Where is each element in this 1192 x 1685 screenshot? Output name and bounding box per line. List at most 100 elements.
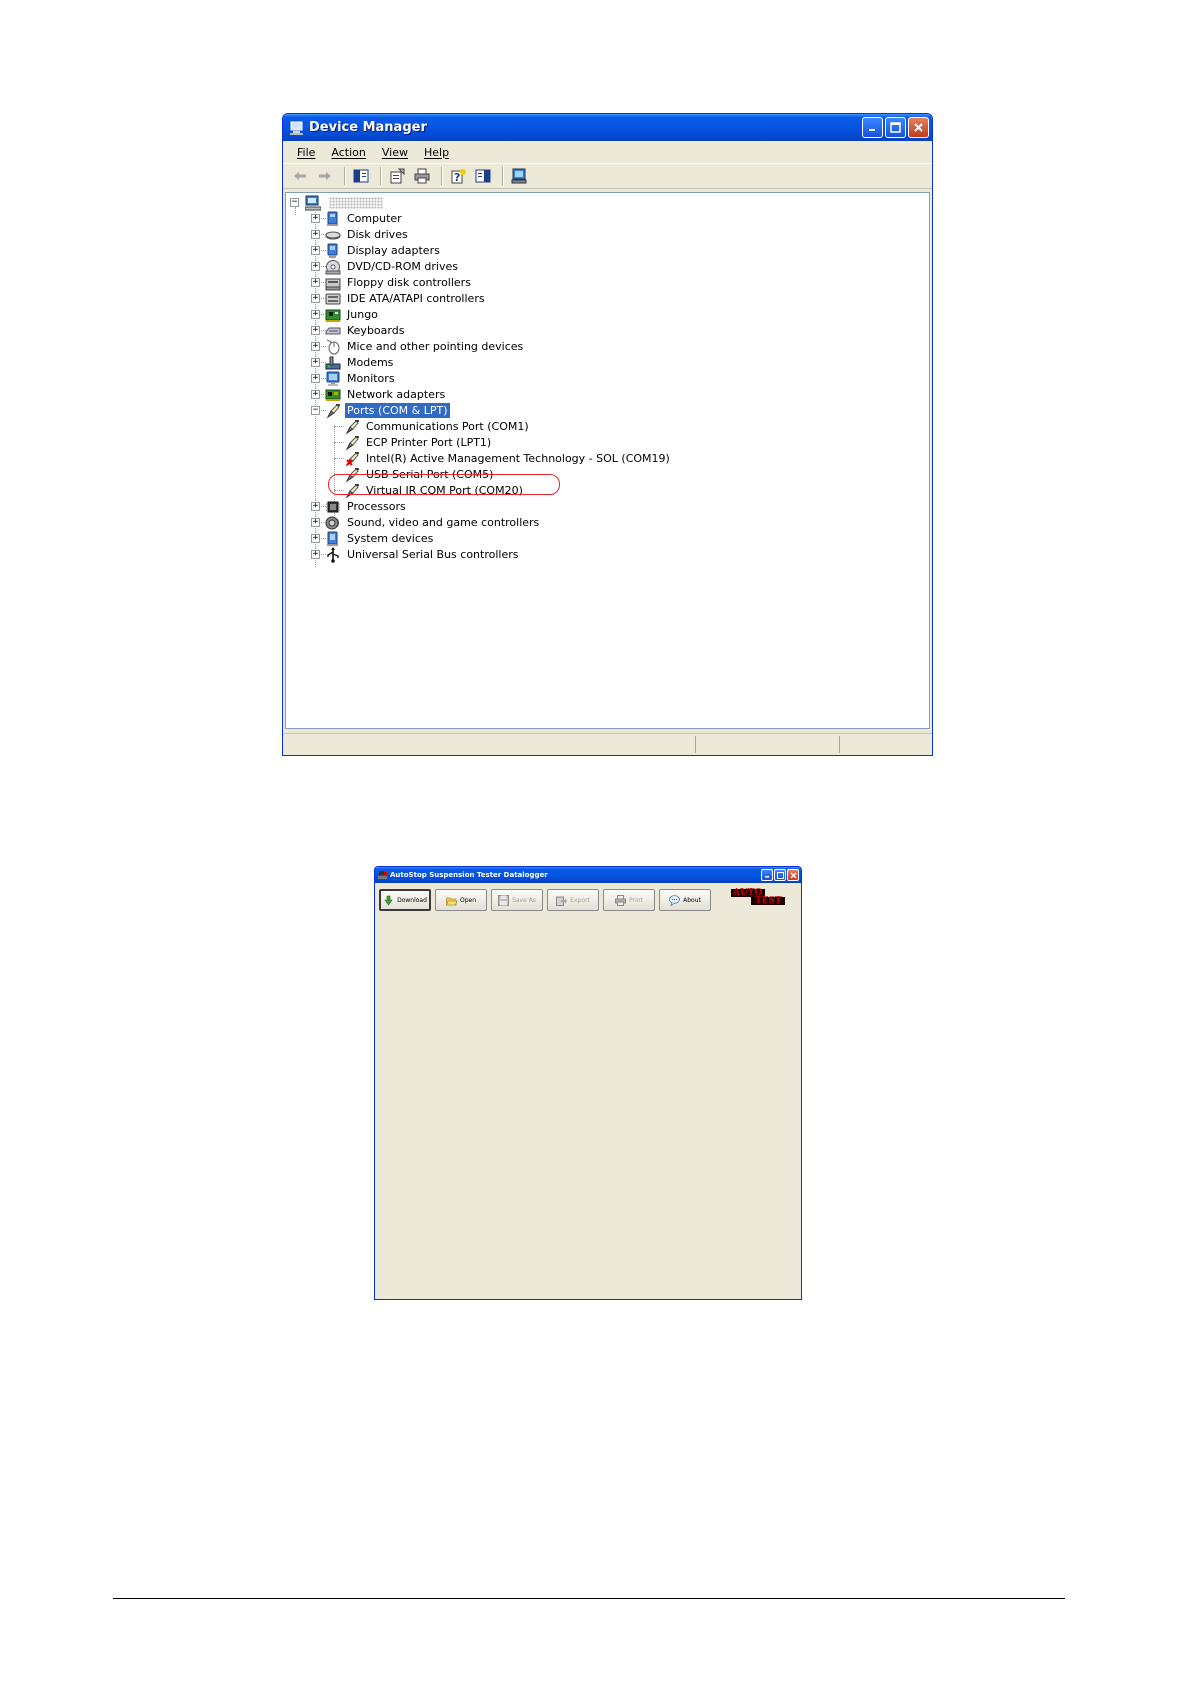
menu-action[interactable]: Action	[323, 146, 373, 159]
minimize-button[interactable]	[761, 869, 773, 881]
tree-item-computer[interactable]: + Computer	[305, 210, 404, 227]
tree-child-ecp-printer-port-lpt1[interactable]: ECP Printer Port (LPT1)	[334, 434, 493, 451]
back-arrow-icon[interactable]	[289, 165, 311, 187]
expand-toggle[interactable]: +	[311, 246, 320, 255]
device-tree[interactable]: − + Computer + Disk drives + Display adapters…	[285, 192, 930, 729]
tree-item-label: Network adapters	[347, 388, 446, 401]
save-as-button[interactable]: Save As	[491, 889, 543, 911]
about-button[interactable]: About	[659, 889, 711, 911]
tree-item-monitors[interactable]: + Monitors	[305, 370, 397, 387]
tree-guide	[321, 346, 326, 347]
mouse-icon	[325, 339, 341, 355]
tree-item-display-adapters[interactable]: + Display adapters	[305, 242, 442, 259]
tree-item-mice-and-other-pointing-devices[interactable]: + Mice and other pointing devices	[305, 338, 525, 355]
tree-guide	[321, 378, 326, 379]
menu-view[interactable]: View	[374, 146, 416, 159]
maximize-button[interactable]	[885, 117, 906, 138]
minimize-button[interactable]	[862, 117, 883, 138]
tree-guide	[295, 207, 296, 215]
tree-item-label: Processors	[347, 500, 406, 513]
tree-item-floppy-disk-controllers[interactable]: + Floppy disk controllers	[305, 274, 473, 291]
tree-item-jungo[interactable]: + Jungo	[305, 306, 380, 323]
show-hide-tree-icon[interactable]	[350, 165, 372, 187]
expand-toggle[interactable]: +	[311, 534, 320, 543]
device-manager-icon	[289, 120, 305, 136]
expand-toggle[interactable]: +	[311, 342, 320, 351]
tree-guide	[321, 362, 326, 363]
expand-toggle[interactable]: +	[311, 374, 320, 383]
close-button[interactable]	[787, 869, 799, 881]
expand-toggle[interactable]: +	[311, 214, 320, 223]
window-title: Device Manager	[309, 120, 427, 135]
about-label: About	[683, 896, 701, 904]
maximize-button[interactable]	[774, 869, 786, 881]
expand-toggle[interactable]: +	[311, 502, 320, 511]
tree-item-dvd-cd-rom-drives[interactable]: + DVD/CD-ROM drives	[305, 258, 460, 275]
tree-item-disk-drives[interactable]: + Disk drives	[305, 226, 410, 243]
floppy-save-icon	[498, 894, 510, 906]
properties-icon[interactable]	[386, 165, 408, 187]
tree-child-label: ECP Printer Port (LPT1)	[366, 436, 492, 449]
tree-guide	[334, 458, 344, 459]
floppy-controller-icon	[325, 275, 341, 291]
show-hide-console-icon[interactable]	[472, 165, 494, 187]
collapse-toggle[interactable]: −	[290, 198, 299, 207]
svg-text:?: ?	[454, 171, 460, 184]
expand-toggle[interactable]: +	[311, 518, 320, 527]
monitor-icon	[325, 371, 341, 387]
datalogger-window: AutoStop Suspension Tester Datalogger Do…	[374, 866, 802, 1300]
tree-item-processors[interactable]: + Processors	[305, 498, 408, 515]
expand-toggle[interactable]: +	[311, 310, 320, 319]
menu-bar: File Action View Help	[283, 141, 932, 163]
expand-toggle[interactable]: +	[311, 278, 320, 287]
tree-guide	[321, 314, 326, 315]
expand-toggle[interactable]: +	[311, 358, 320, 367]
tree-item-modems[interactable]: + Modems	[305, 354, 395, 371]
save-as-label: Save As	[512, 896, 536, 904]
menu-file[interactable]: File	[289, 146, 323, 159]
expand-toggle[interactable]: +	[311, 550, 320, 559]
tree-item-ports-com-lpt[interactable]: − Ports (COM & LPT)	[305, 402, 450, 419]
collapse-toggle[interactable]: −	[311, 406, 320, 415]
device-manager-window: Device Manager File Action View Help ? −	[282, 113, 933, 756]
print-button[interactable]: Print	[603, 889, 655, 911]
tree-root[interactable]: −	[290, 194, 383, 211]
tree-item-ide-ata-atapi-controllers[interactable]: + IDE ATA/ATAPI controllers	[305, 290, 487, 307]
port-icon	[344, 451, 360, 467]
help-icon[interactable]: ?	[447, 165, 469, 187]
expand-toggle[interactable]: +	[311, 294, 320, 303]
tree-item-label: Ports (COM & LPT)	[345, 403, 450, 418]
keyboard-icon	[325, 323, 341, 339]
title-bar[interactable]: Device Manager	[283, 114, 932, 141]
tree-guide	[321, 298, 326, 299]
tree-item-label: Sound, video and game controllers	[347, 516, 540, 529]
expand-toggle[interactable]: +	[311, 326, 320, 335]
expand-toggle[interactable]: +	[311, 230, 320, 239]
tree-child-intel-r-active-management-technology-sol-com19[interactable]: Intel(R) Active Management Technology - …	[334, 450, 672, 467]
tree-item-universal-serial-bus-controllers[interactable]: + Universal Serial Bus controllers	[305, 546, 520, 563]
tree-item-label: Universal Serial Bus controllers	[347, 548, 519, 561]
tree-child-label: Communications Port (COM1)	[366, 420, 529, 433]
expand-toggle[interactable]: +	[311, 390, 320, 399]
tree-item-sound-video-and-game-controllers[interactable]: + Sound, video and game controllers	[305, 514, 541, 531]
tree-item-label: Floppy disk controllers	[347, 276, 471, 289]
tree-item-network-adapters[interactable]: + Network adapters	[305, 386, 447, 403]
menu-help[interactable]: Help	[416, 146, 457, 159]
tree-child-communications-port-com1[interactable]: Communications Port (COM1)	[334, 418, 531, 435]
print-icon[interactable]	[411, 165, 433, 187]
forward-arrow-icon[interactable]	[314, 165, 336, 187]
download-button[interactable]: Download	[379, 889, 431, 911]
tree-guide	[321, 266, 326, 267]
close-button[interactable]	[908, 117, 929, 138]
open-button[interactable]: Open	[435, 889, 487, 911]
tree-item-system-devices[interactable]: + System devices	[305, 530, 435, 547]
scan-hardware-icon[interactable]	[508, 165, 530, 187]
status-pane	[695, 736, 696, 753]
title-bar[interactable]: AutoStop Suspension Tester Datalogger	[375, 867, 801, 883]
tree-item-label: Modems	[347, 356, 394, 369]
tree-item-keyboards[interactable]: + Keyboards	[305, 322, 406, 339]
download-arrow-icon	[383, 895, 394, 906]
open-label: Open	[459, 896, 477, 904]
export-button[interactable]: Export	[547, 889, 599, 911]
expand-toggle[interactable]: +	[311, 262, 320, 271]
